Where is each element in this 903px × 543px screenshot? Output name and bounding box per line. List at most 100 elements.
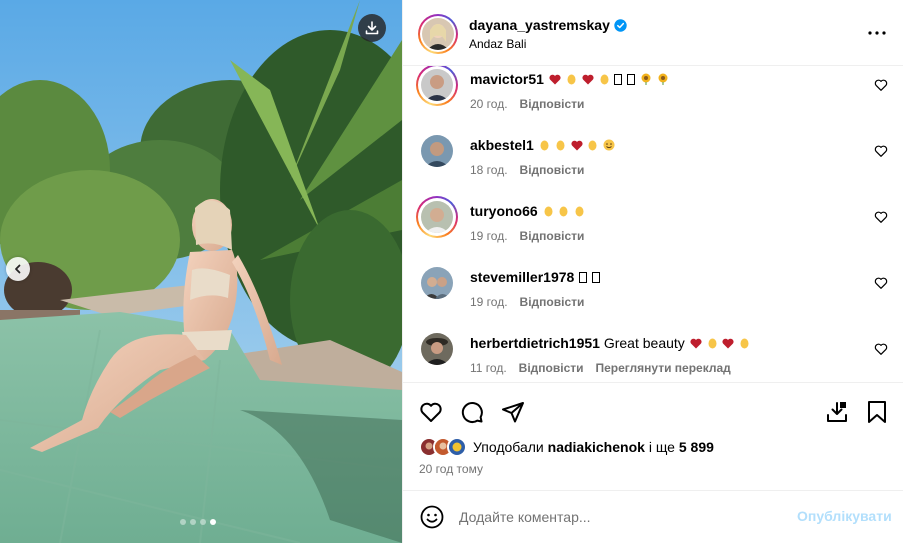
likes-prefix: Уподобали xyxy=(473,439,544,455)
comment-like-heart-icon[interactable] xyxy=(874,276,888,290)
comment-time[interactable]: 19 год. xyxy=(470,229,508,243)
carousel-dot-active xyxy=(210,519,216,525)
comment-emojis xyxy=(538,137,616,153)
comment-meta: 18 год. Відповісти xyxy=(470,163,584,177)
reply-button[interactable]: Відповісти xyxy=(520,229,585,243)
comment-username[interactable]: herbertdietrich1951 xyxy=(470,335,600,351)
comment-time[interactable]: 20 год. xyxy=(470,97,508,111)
smiley-icon[interactable] xyxy=(419,504,445,530)
clapping-hands-icon xyxy=(556,140,565,151)
paper-plane-icon xyxy=(502,402,524,423)
comments-list[interactable]: mavictor51 20 год. Відповісти akbestel1 … xyxy=(403,66,903,382)
commenter-avatar[interactable] xyxy=(421,201,453,233)
more-options-button[interactable] xyxy=(865,24,889,42)
author-avatar[interactable] xyxy=(422,18,454,50)
like-button[interactable] xyxy=(418,399,444,425)
share-button[interactable] xyxy=(500,399,526,425)
comment-emojis xyxy=(548,71,669,87)
comment-item: turyono66 19 год. Відповісти xyxy=(403,196,903,258)
comment-time[interactable]: 18 год. xyxy=(470,163,508,177)
likes-text: Уподобали nadiakichenok і ще 5 899 xyxy=(473,439,714,455)
comment-meta: 11 год. Відповісти Переглянути переклад xyxy=(470,361,731,375)
comment-time[interactable]: 11 год. xyxy=(470,361,507,375)
comment-text: turyono66 xyxy=(470,203,585,219)
comment-emojis xyxy=(542,203,586,219)
red-heart-icon xyxy=(549,74,561,85)
post-side-panel: dayana_yastremskay Andaz Bali mavictor51 xyxy=(402,0,903,543)
liker-username[interactable]: nadiakichenok xyxy=(548,439,645,455)
comment-like-heart-icon[interactable] xyxy=(874,210,888,224)
comment-time[interactable]: 19 год. xyxy=(470,295,508,309)
comment-username[interactable]: stevemiller1978 xyxy=(470,269,574,285)
comment-username[interactable]: mavictor51 xyxy=(470,71,544,87)
sunflower-icon xyxy=(658,73,668,85)
reply-button[interactable]: Відповісти xyxy=(519,361,584,375)
post-comment-button[interactable]: Опублікувати xyxy=(797,508,892,524)
clapping-hands-icon xyxy=(588,140,597,151)
commenter-avatar[interactable] xyxy=(421,267,453,299)
comment-meta: 19 год. Відповісти xyxy=(470,229,584,243)
comment-text: mavictor51 xyxy=(470,71,669,87)
speech-bubble-icon xyxy=(461,402,483,423)
missing-glyph-icon xyxy=(579,272,588,283)
comment-like-heart-icon[interactable] xyxy=(874,78,888,92)
missing-glyph-icon xyxy=(592,272,601,283)
comment-text: stevemiller1978 xyxy=(470,269,601,285)
clapping-hands-icon xyxy=(575,206,584,217)
more-horizontal-icon xyxy=(868,31,886,35)
post-actions: Уподобали nadiakichenok і ще 5 899 20 го… xyxy=(403,382,903,490)
bookmark-button[interactable] xyxy=(864,399,890,425)
reply-button[interactable]: Відповісти xyxy=(520,163,585,177)
commenter-avatar[interactable] xyxy=(421,69,453,101)
comment-username[interactable]: turyono66 xyxy=(470,203,538,219)
comment-input[interactable] xyxy=(459,505,779,529)
comment-text: akbestel1 xyxy=(470,137,615,153)
heart-outline-icon xyxy=(420,402,442,422)
red-heart-icon xyxy=(582,74,594,85)
clapping-hands-icon xyxy=(567,74,576,85)
commenter-avatar[interactable] xyxy=(421,135,453,167)
download-icon xyxy=(365,21,379,35)
smiling-face-icon xyxy=(603,139,615,151)
comment-username[interactable]: akbestel1 xyxy=(470,137,534,153)
carousel-dot xyxy=(200,519,206,525)
carousel-dot xyxy=(190,519,196,525)
clapping-hands-icon xyxy=(740,338,749,349)
comment-like-heart-icon[interactable] xyxy=(874,144,888,158)
comment-item: akbestel1 18 год. Відповісти xyxy=(403,132,903,192)
likes-summary: Уподобали nadiakichenok і ще 5 899 xyxy=(419,437,714,457)
author-username[interactable]: dayana_yastremskay xyxy=(469,17,627,33)
carousel-dot xyxy=(180,519,186,525)
comment-like-heart-icon[interactable] xyxy=(874,342,888,356)
missing-glyph-icon xyxy=(614,74,623,85)
comment-item: mavictor51 20 год. Відповісти xyxy=(403,66,903,126)
clapping-hands-icon xyxy=(544,206,553,217)
bookmark-icon xyxy=(868,401,886,423)
comment-body: Great beauty xyxy=(603,335,685,351)
liker-avatar[interactable] xyxy=(447,437,467,457)
previous-slide-button[interactable] xyxy=(6,257,30,281)
post-media[interactable] xyxy=(0,0,402,543)
chevron-left-icon xyxy=(15,264,21,274)
reply-button[interactable]: Відповісти xyxy=(520,97,585,111)
commenter-avatar[interactable] xyxy=(421,333,453,365)
download-button[interactable] xyxy=(358,14,386,42)
comment-item: herbertdietrich1951 Great beauty 11 год.… xyxy=(403,330,903,382)
post-location[interactable]: Andaz Bali xyxy=(469,37,526,51)
comment-meta: 20 год. Відповісти xyxy=(470,97,584,111)
red-heart-icon xyxy=(722,338,735,349)
comment-item: stevemiller1978 19 год. Відповісти xyxy=(403,264,903,324)
red-heart-icon xyxy=(570,140,583,151)
carousel-indicator xyxy=(180,519,216,525)
comment-emojis xyxy=(578,269,601,285)
clapping-hands-icon xyxy=(600,74,608,85)
download-tray-icon xyxy=(827,402,847,422)
post-timestamp[interactable]: 20 год тому xyxy=(419,462,483,476)
comment-button[interactable] xyxy=(459,399,485,425)
clapping-hands-icon xyxy=(708,338,717,349)
save-download-button[interactable] xyxy=(824,399,850,425)
comment-text: herbertdietrich1951 Great beauty xyxy=(470,335,750,351)
see-translation-button[interactable]: Переглянути переклад xyxy=(596,361,731,375)
likes-count[interactable]: 5 899 xyxy=(679,439,714,455)
reply-button[interactable]: Відповісти xyxy=(520,295,585,309)
